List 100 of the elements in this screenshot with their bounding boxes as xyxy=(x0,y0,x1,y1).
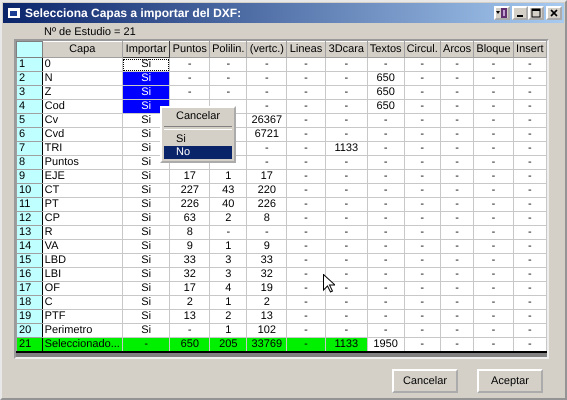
row-number[interactable]: 9 xyxy=(16,170,42,184)
column-header[interactable]: Polilin. xyxy=(210,42,247,58)
mouse-cursor-icon xyxy=(323,274,335,293)
table-cell: Si xyxy=(122,72,170,86)
row-number[interactable]: 18 xyxy=(16,296,42,310)
table-cell: - xyxy=(325,128,368,142)
dialog-button[interactable]: Aceptar xyxy=(477,369,543,393)
table-cell: Si xyxy=(122,226,170,240)
table-cell: - xyxy=(122,338,170,352)
column-header[interactable]: Arcos xyxy=(440,42,474,58)
table-cell: R xyxy=(42,226,122,240)
column-header[interactable]: Capa xyxy=(42,42,122,58)
row-number[interactable]: 12 xyxy=(16,212,42,226)
row-number[interactable]: 13 xyxy=(16,226,42,240)
table-cell: - xyxy=(474,100,514,114)
row-number[interactable]: 3 xyxy=(16,86,42,100)
row-number[interactable]: 17 xyxy=(16,282,42,296)
table-cell: - xyxy=(440,86,474,100)
row-number[interactable]: 14 xyxy=(16,240,42,254)
table-cell: - xyxy=(367,212,404,226)
row-number[interactable]: 15 xyxy=(16,254,42,268)
table-cell: - xyxy=(286,226,326,240)
dialog-button[interactable]: Cancelar xyxy=(392,369,458,393)
table-cell: - xyxy=(325,310,368,324)
table-cell: Si xyxy=(122,212,170,226)
table-cell: Si xyxy=(122,254,170,268)
table-cell: - xyxy=(513,114,546,128)
table-cell: - xyxy=(474,58,514,72)
minimize-button[interactable] xyxy=(512,6,528,20)
column-header[interactable]: Circul. xyxy=(404,42,440,58)
table-cell: - xyxy=(286,72,326,86)
window-menu-button[interactable] xyxy=(494,6,510,20)
minimize-icon xyxy=(517,15,523,17)
table-cell: Cod xyxy=(42,100,122,114)
table-cell: - xyxy=(474,114,514,128)
table-cell: - xyxy=(325,240,368,254)
table-cell: - xyxy=(404,128,440,142)
table-cell: 33 xyxy=(170,254,210,268)
table-cell: - xyxy=(474,198,514,212)
column-header[interactable]: (vertc.) xyxy=(246,42,287,58)
table-cell: Si xyxy=(122,268,170,282)
row-number[interactable]: 6 xyxy=(16,128,42,142)
table-cell: 8 xyxy=(170,226,210,240)
table-cell: - xyxy=(367,310,404,324)
row-number[interactable]: 1 xyxy=(16,58,42,72)
table-cell: - xyxy=(404,170,440,184)
column-header[interactable]: Puntos xyxy=(170,42,210,58)
table-cell: - xyxy=(404,156,440,170)
table-cell: - xyxy=(367,324,404,338)
table-cell: Si xyxy=(122,310,170,324)
column-header[interactable]: Insert xyxy=(513,42,546,58)
table-cell: 6721 xyxy=(246,128,287,142)
table-cell: - xyxy=(210,58,247,72)
table-cell: 0 xyxy=(42,58,122,72)
row-number[interactable]: 20 xyxy=(16,324,42,338)
table-cell: - xyxy=(513,72,546,86)
row-number[interactable]: 19 xyxy=(16,310,42,324)
table-cell: - xyxy=(286,100,326,114)
column-header[interactable]: Bloque xyxy=(474,42,514,58)
row-number[interactable]: 11 xyxy=(16,198,42,212)
table-cell: 3 xyxy=(210,268,247,282)
table-cell: 1133 xyxy=(325,338,368,352)
table-cell: - xyxy=(513,310,546,324)
table-cell: - xyxy=(404,226,440,240)
table-cell: - xyxy=(513,268,546,282)
table-cell: - xyxy=(404,86,440,100)
row-number[interactable]: 16 xyxy=(16,268,42,282)
row-number[interactable]: 21 xyxy=(16,338,42,352)
table-cell: 4 xyxy=(210,282,247,296)
table-cell: Si xyxy=(122,86,170,100)
table-cell: 1 xyxy=(210,296,247,310)
row-number[interactable]: 8 xyxy=(16,156,42,170)
table-cell: - xyxy=(367,128,404,142)
maximize-button[interactable] xyxy=(528,6,544,20)
table-cell: - xyxy=(474,142,514,156)
table-cell: - xyxy=(513,156,546,170)
table-cell: - xyxy=(513,212,546,226)
row-number[interactable]: 7 xyxy=(16,142,42,156)
table-cell: Si xyxy=(122,296,170,310)
table-cell: - xyxy=(286,156,326,170)
column-header[interactable]: Lineas xyxy=(286,42,326,58)
table-cell: - xyxy=(325,198,368,212)
close-button[interactable] xyxy=(546,6,562,20)
table-cell: Si xyxy=(122,170,170,184)
menu-item[interactable]: No xyxy=(164,146,232,159)
table-cell: 32 xyxy=(170,268,210,282)
table-cell: - xyxy=(513,324,546,338)
row-number[interactable]: 4 xyxy=(16,100,42,114)
table-cell: Z xyxy=(42,86,122,100)
table-cell: - xyxy=(367,58,404,72)
table-cell: - xyxy=(513,254,546,268)
table-cell: 1 xyxy=(210,170,247,184)
column-header[interactable]: 3Dcara xyxy=(325,42,368,58)
row-number[interactable]: 5 xyxy=(16,114,42,128)
row-number[interactable]: 2 xyxy=(16,72,42,86)
row-number[interactable]: 10 xyxy=(16,184,42,198)
column-header[interactable]: Importar xyxy=(122,42,170,58)
table-cell: - xyxy=(474,226,514,240)
table-cell: - xyxy=(246,86,287,100)
column-header[interactable]: Textos xyxy=(367,42,404,58)
